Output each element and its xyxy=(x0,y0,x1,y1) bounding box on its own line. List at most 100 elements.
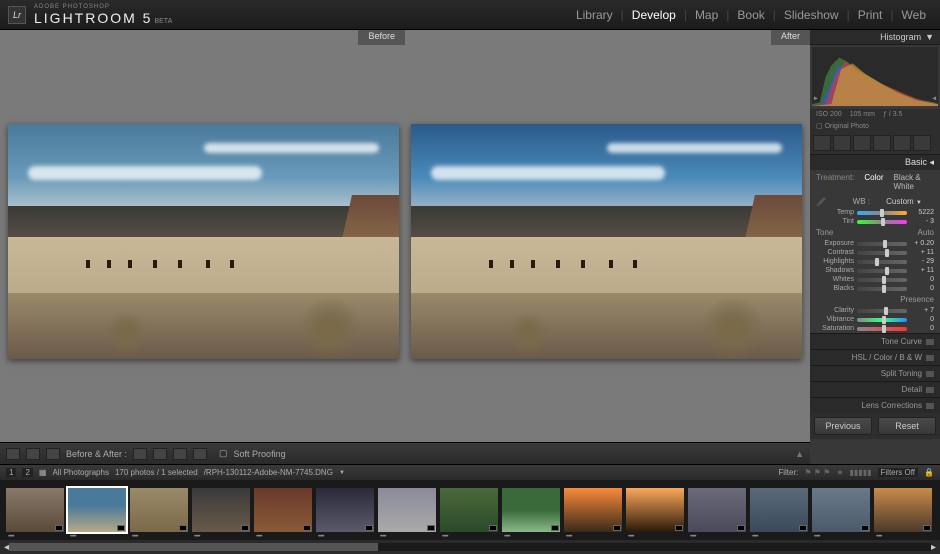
source-label[interactable]: All Photographs xyxy=(52,468,108,477)
temp-slider[interactable] xyxy=(857,211,907,215)
ba-layout-1-icon[interactable] xyxy=(133,448,147,460)
nav-library[interactable]: Library xyxy=(570,4,619,26)
basic-panel-header[interactable]: Basic ◂ xyxy=(810,154,940,170)
before-pane[interactable] xyxy=(8,49,399,434)
highlights-value: - 29 xyxy=(910,258,934,265)
flag-filter-icon[interactable]: ⚑ ⚑ ⚑ xyxy=(804,468,830,477)
redeye-tool-icon[interactable] xyxy=(853,135,871,151)
wb-preset-dropdown[interactable]: Custom ▼ xyxy=(874,197,934,206)
highlights-slider[interactable] xyxy=(857,260,907,264)
reset-button[interactable]: Reset xyxy=(878,417,936,435)
vibrance-slider[interactable] xyxy=(857,318,907,322)
gradient-tool-icon[interactable] xyxy=(873,135,891,151)
filters-off-button[interactable]: Filters Off xyxy=(878,468,919,477)
contrast-value: + 11 xyxy=(910,249,934,256)
brush-tool-icon[interactable] xyxy=(913,135,931,151)
auto-tone-button[interactable]: Auto xyxy=(918,228,934,237)
original-photo-toggle[interactable]: ▢ Original Photo xyxy=(810,120,940,132)
filmstrip-scrollbar[interactable]: ◂▸ xyxy=(0,540,940,554)
shadows-slider[interactable] xyxy=(857,269,907,273)
nav-slideshow[interactable]: Slideshow xyxy=(778,4,845,26)
ba-layout-3-icon[interactable] xyxy=(173,448,187,460)
color-filter[interactable]: ▮▮▮▮▮ xyxy=(849,468,871,477)
thumbnail[interactable]: ••••• xyxy=(6,488,64,532)
tint-slider[interactable] xyxy=(857,220,907,224)
treatment-color[interactable]: Color xyxy=(864,173,883,191)
photo-count: 170 photos / 1 selected xyxy=(115,468,198,477)
section-hsl-color-b-w[interactable]: HSL / Color / B & W xyxy=(810,349,940,365)
filter-label: Filter: xyxy=(778,468,798,477)
app-brand: ADOBE PHOTOSHOP LIGHTROOM 5BETA xyxy=(34,4,172,26)
whites-slider[interactable] xyxy=(857,278,907,282)
before-label: Before xyxy=(358,30,405,45)
secondary-display-badge[interactable]: 2 xyxy=(22,468,32,477)
saturation-slider[interactable] xyxy=(857,327,907,331)
after-label: After xyxy=(771,30,810,45)
tint-label: Tint xyxy=(816,218,854,225)
thumbnail[interactable]: ••••• xyxy=(874,488,932,532)
loupe-view-icon[interactable] xyxy=(6,448,20,460)
exposure-value: + 0.20 xyxy=(910,240,934,247)
previous-button[interactable]: Previous xyxy=(814,417,872,435)
thumbnail[interactable]: ••••• xyxy=(192,488,250,532)
after-pane[interactable] xyxy=(411,49,802,434)
crop-tool-icon[interactable] xyxy=(813,135,831,151)
soft-proofing-checkbox[interactable]: Soft Proofing xyxy=(234,449,286,459)
thumbnail[interactable]: ••••• xyxy=(688,488,746,532)
thumbnail[interactable]: ••••• xyxy=(626,488,684,532)
blacks-slider[interactable] xyxy=(857,287,907,291)
contrast-slider[interactable] xyxy=(857,251,907,255)
radial-tool-icon[interactable] xyxy=(893,135,911,151)
histogram-header[interactable]: Histogram▼ xyxy=(810,30,940,45)
thumbnail[interactable]: ••••• xyxy=(68,488,126,532)
grid-icon[interactable]: ▦ xyxy=(39,468,47,477)
thumbnail[interactable]: ••••• xyxy=(130,488,188,532)
thumbnail[interactable]: ••••• xyxy=(750,488,808,532)
rating-filter[interactable]: ★ xyxy=(836,468,843,477)
saturation-value: 0 xyxy=(910,325,934,332)
treatment-bw[interactable]: Black & White xyxy=(894,173,934,191)
ba-layout-2-icon[interactable] xyxy=(153,448,167,460)
shadows-value: + 11 xyxy=(910,267,934,274)
blacks-label: Blacks xyxy=(816,285,854,292)
section-split-toning[interactable]: Split Toning xyxy=(810,365,940,381)
thumbnail[interactable]: ••••• xyxy=(812,488,870,532)
exposure-slider[interactable] xyxy=(857,242,907,246)
histogram[interactable] xyxy=(812,47,938,107)
thumbnail[interactable]: ••••• xyxy=(378,488,436,532)
filter-lock-icon[interactable]: 🔒 xyxy=(924,468,934,477)
compare-view-icon[interactable] xyxy=(26,448,40,460)
wb-dropper-icon[interactable] xyxy=(816,196,826,206)
filmstrip[interactable]: ••••••••••••••••••••••••••••••••••••••••… xyxy=(0,480,940,540)
blacks-value: 0 xyxy=(910,285,934,292)
spot-tool-icon[interactable] xyxy=(833,135,851,151)
view-toolbar: Before & After : ▢ Soft Proofing ▲ xyxy=(0,442,810,464)
thumbnail[interactable]: ••••• xyxy=(440,488,498,532)
tool-strip xyxy=(810,132,940,154)
exposure-label: Exposure xyxy=(816,240,854,247)
tint-value: - 3 xyxy=(910,218,934,225)
thumbnail[interactable]: ••••• xyxy=(502,488,560,532)
section-tone-curve[interactable]: Tone Curve xyxy=(810,333,940,349)
clarity-slider[interactable] xyxy=(857,309,907,313)
whites-label: Whites xyxy=(816,276,854,283)
nav-book[interactable]: Book xyxy=(731,4,770,26)
primary-display-badge[interactable]: 1 xyxy=(6,468,16,477)
temp-value: 5222 xyxy=(910,209,934,216)
thumbnail[interactable]: ••••• xyxy=(564,488,622,532)
nav-develop[interactable]: Develop xyxy=(626,4,682,26)
ba-layout-4-icon[interactable] xyxy=(193,448,207,460)
nav-map[interactable]: Map xyxy=(689,4,724,26)
wb-label: WB : xyxy=(830,197,870,206)
section-lens-corrections[interactable]: Lens Corrections xyxy=(810,397,940,413)
survey-view-icon[interactable] xyxy=(46,448,60,460)
thumbnail[interactable]: ••••• xyxy=(316,488,374,532)
before-after-label: Before & After : xyxy=(66,449,127,459)
nav-print[interactable]: Print xyxy=(852,4,889,26)
section-detail[interactable]: Detail xyxy=(810,381,940,397)
whites-value: 0 xyxy=(910,276,934,283)
panel-toggle-icon[interactable]: ▲ xyxy=(795,449,804,459)
contrast-label: Contrast xyxy=(816,249,854,256)
nav-web[interactable]: Web xyxy=(896,4,932,26)
thumbnail[interactable]: ••••• xyxy=(254,488,312,532)
